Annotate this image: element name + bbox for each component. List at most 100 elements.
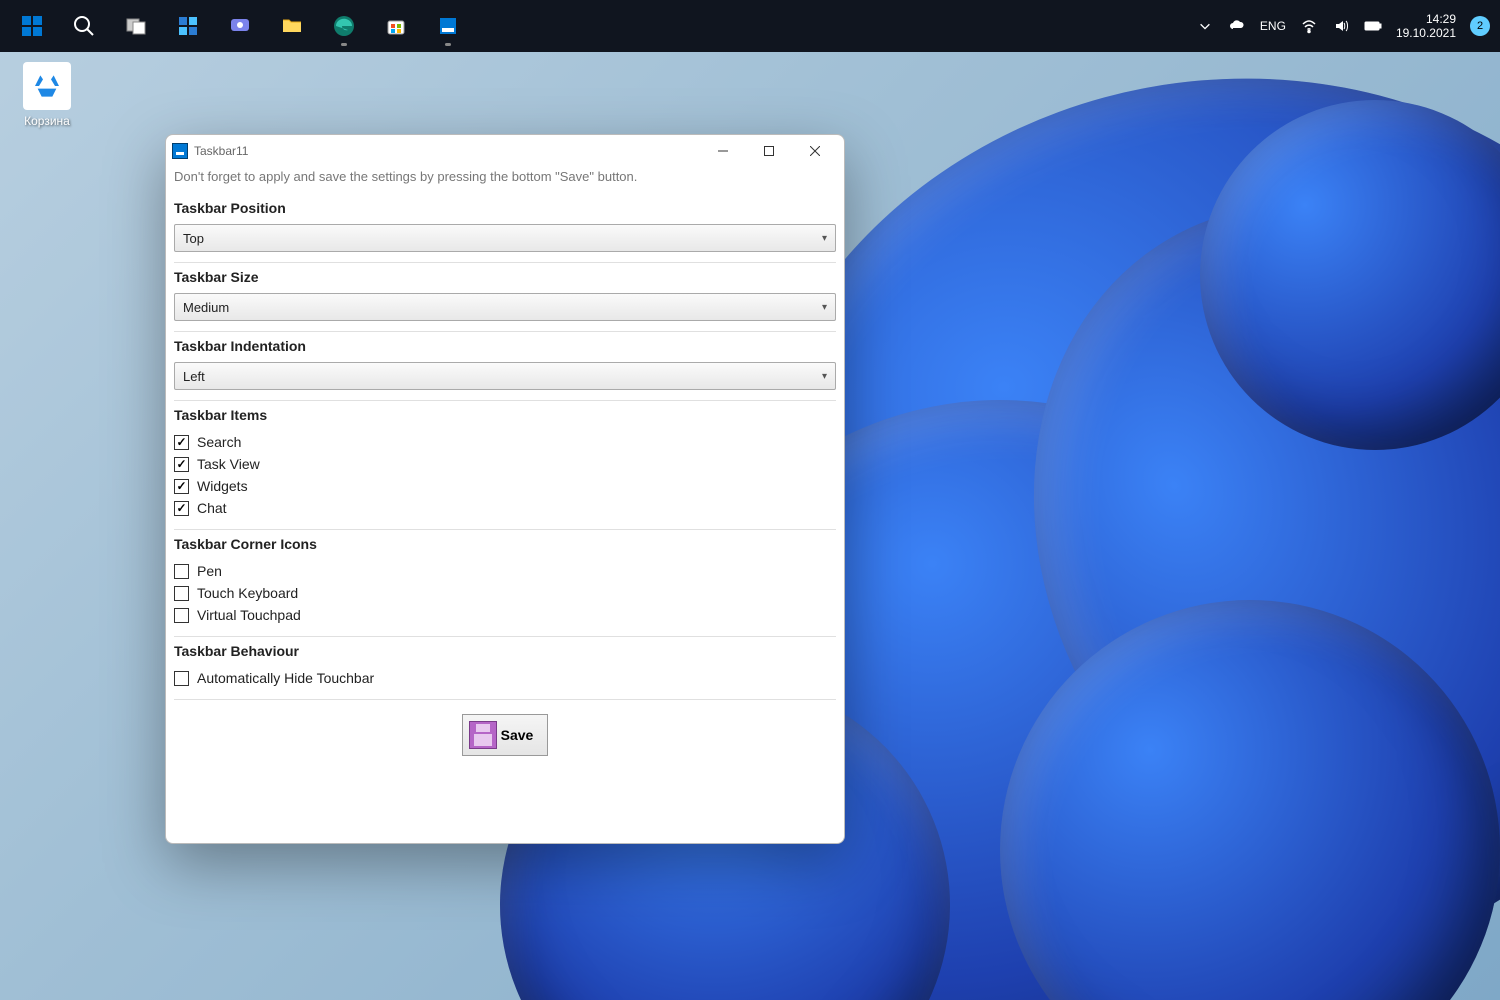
- recycle-bin[interactable]: Корзина: [12, 62, 82, 128]
- corner-row: Pen: [174, 560, 836, 582]
- tray-chevron[interactable]: [1196, 17, 1214, 35]
- corner-label: Pen: [197, 563, 222, 579]
- taskbar: ENG 14:29 19.10.2021 2: [0, 0, 1500, 52]
- wifi-tray[interactable]: [1300, 17, 1318, 35]
- volume-icon: [1333, 18, 1349, 34]
- position-dropdown[interactable]: Top ▾: [174, 224, 836, 252]
- size-dropdown[interactable]: Medium ▾: [174, 293, 836, 321]
- corner-label: Virtual Touchpad: [197, 607, 301, 623]
- corner-checkbox[interactable]: [174, 586, 189, 601]
- chevron-down-icon: [1198, 19, 1212, 33]
- save-label: Save: [501, 727, 534, 743]
- save-row: Save: [174, 700, 836, 770]
- explorer-button[interactable]: [270, 4, 314, 48]
- section-corner: Taskbar Corner Icons Pen Touch Keyboard Vi…: [174, 530, 836, 637]
- position-title: Taskbar Position: [174, 200, 836, 216]
- behaviour-checkbox[interactable]: [174, 671, 189, 686]
- edge-icon: [332, 14, 356, 38]
- corner-label: Touch Keyboard: [197, 585, 298, 601]
- chevron-down-icon: ▾: [822, 371, 827, 382]
- app-window: Taskbar11 Don't forget to apply and save…: [165, 134, 845, 844]
- size-title: Taskbar Size: [174, 269, 836, 285]
- items-title: Taskbar Items: [174, 407, 836, 423]
- size-value: Medium: [183, 300, 229, 315]
- time-text: 14:29: [1396, 12, 1456, 26]
- section-size: Taskbar Size Medium ▾: [174, 263, 836, 332]
- item-row: Chat: [174, 497, 836, 519]
- section-position: Taskbar Position Top ▾: [174, 194, 836, 263]
- start-button[interactable]: [10, 4, 54, 48]
- corner-row: Virtual Touchpad: [174, 604, 836, 626]
- wifi-icon: [1301, 18, 1317, 34]
- indent-value: Left: [183, 369, 205, 384]
- volume-tray[interactable]: [1332, 17, 1350, 35]
- item-label: Task View: [197, 456, 260, 472]
- chevron-down-icon: ▾: [822, 302, 827, 313]
- item-checkbox[interactable]: [174, 479, 189, 494]
- corner-checkbox[interactable]: [174, 608, 189, 623]
- chevron-down-icon: ▾: [822, 233, 827, 244]
- window-title: Taskbar11: [194, 144, 248, 158]
- item-checkbox[interactable]: [174, 501, 189, 516]
- cloud-icon: [1229, 18, 1245, 34]
- taskbar11-app-icon: [436, 14, 460, 38]
- floppy-icon: [469, 721, 497, 749]
- titlebar[interactable]: Taskbar11: [166, 135, 844, 167]
- taskbar-left: [10, 4, 470, 48]
- chat-icon: [228, 14, 252, 38]
- battery-icon: [1364, 20, 1382, 32]
- widgets-icon: [176, 14, 200, 38]
- taskbar11-app-button[interactable]: [426, 4, 470, 48]
- save-button[interactable]: Save: [462, 714, 549, 756]
- app-icon: [172, 143, 188, 159]
- notification-badge[interactable]: 2: [1470, 16, 1490, 36]
- clock[interactable]: 14:29 19.10.2021: [1396, 12, 1456, 41]
- hint-text: Don't forget to apply and save the setti…: [174, 167, 836, 194]
- section-indent: Taskbar Indentation Left ▾: [174, 332, 836, 401]
- edge-button[interactable]: [322, 4, 366, 48]
- language-indicator[interactable]: ENG: [1260, 19, 1286, 33]
- chat-button[interactable]: [218, 4, 262, 48]
- recycle-bin-label: Корзина: [12, 114, 82, 128]
- recycle-icon: [31, 70, 63, 102]
- onedrive-tray[interactable]: [1228, 17, 1246, 35]
- item-row: Search: [174, 431, 836, 453]
- item-label: Widgets: [197, 478, 248, 494]
- windows-icon: [20, 14, 44, 38]
- taskview-icon: [124, 14, 148, 38]
- store-button[interactable]: [374, 4, 418, 48]
- maximize-icon: [764, 146, 774, 156]
- item-label: Chat: [197, 500, 227, 516]
- corner-row: Touch Keyboard: [174, 582, 836, 604]
- item-row: Task View: [174, 453, 836, 475]
- maximize-button[interactable]: [746, 136, 792, 166]
- minimize-icon: [718, 146, 728, 156]
- behaviour-label: Automatically Hide Touchbar: [197, 670, 374, 686]
- taskview-button[interactable]: [114, 4, 158, 48]
- widgets-button[interactable]: [166, 4, 210, 48]
- item-checkbox[interactable]: [174, 435, 189, 450]
- indent-dropdown[interactable]: Left ▾: [174, 362, 836, 390]
- section-items: Taskbar Items Search Task View Widgets Chat: [174, 401, 836, 530]
- search-button[interactable]: [62, 4, 106, 48]
- corner-checkbox[interactable]: [174, 564, 189, 579]
- minimize-button[interactable]: [700, 136, 746, 166]
- window-content: Don't forget to apply and save the setti…: [166, 167, 844, 843]
- behaviour-title: Taskbar Behaviour: [174, 643, 836, 659]
- close-button[interactable]: [792, 136, 838, 166]
- battery-tray[interactable]: [1364, 17, 1382, 35]
- date-text: 19.10.2021: [1396, 26, 1456, 40]
- store-icon: [384, 14, 408, 38]
- position-value: Top: [183, 231, 204, 246]
- window-controls: [700, 136, 838, 166]
- corner-title: Taskbar Corner Icons: [174, 536, 836, 552]
- folder-icon: [280, 14, 304, 38]
- behaviour-row: Automatically Hide Touchbar: [174, 667, 836, 689]
- recycle-bin-icon: [23, 62, 71, 110]
- taskbar-right: ENG 14:29 19.10.2021 2: [1196, 12, 1490, 41]
- close-icon: [810, 146, 820, 156]
- item-checkbox[interactable]: [174, 457, 189, 472]
- item-label: Search: [197, 434, 241, 450]
- section-behaviour: Taskbar Behaviour Automatically Hide Tou…: [174, 637, 836, 700]
- search-icon: [72, 14, 96, 38]
